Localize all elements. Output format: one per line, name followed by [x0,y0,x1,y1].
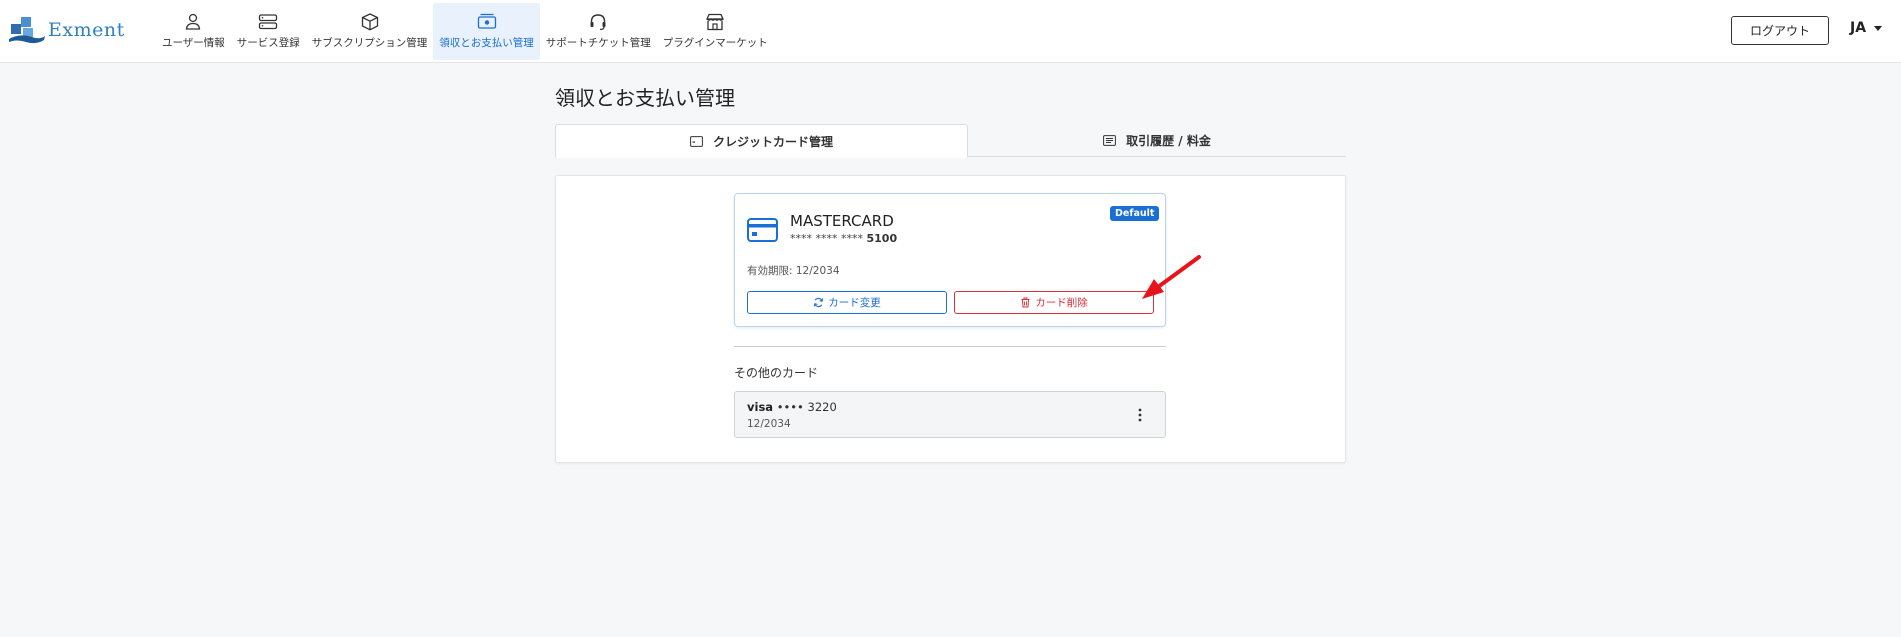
credit-card-icon [747,218,778,242]
server-icon [259,14,278,30]
logout-button[interactable]: ログアウト [1731,16,1829,45]
trash-icon [1021,297,1030,308]
other-card-expiry: 12/2034 [747,418,791,430]
box-icon [361,13,378,31]
nav-label: プラグインマーケット [662,37,768,49]
nav-label: サポートチケット管理 [545,37,651,49]
change-card-button[interactable]: カード変更 [747,291,947,314]
tab-transaction-history[interactable]: 取引履歴 / 料金 [968,124,1346,157]
nav-billing[interactable]: 領収とお支払い管理 [433,3,540,60]
section-divider [734,346,1166,347]
user-icon [186,13,201,30]
list-icon [1103,135,1117,146]
more-options-icon[interactable] [1134,406,1146,424]
language-dropdown[interactable]: JA [1850,20,1883,36]
delete-card-button[interactable]: カード削除 [954,291,1154,314]
nav-support-ticket[interactable]: サポートチケット管理 [540,3,657,60]
tab-label: 取引履歴 / 料金 [1126,134,1211,148]
caret-down-icon [1874,25,1883,31]
nav-label: 領収とお支払い管理 [439,37,534,49]
headset-icon [590,14,606,31]
other-card-last4: 3220 [807,400,837,414]
annotation-arrow-icon [1142,255,1201,299]
nav-subscription[interactable]: サブスクリプション管理 [306,3,434,60]
nav-label: ユーザー情報 [162,37,225,49]
credit-card-icon [690,135,703,147]
money-icon [477,13,496,29]
logo-icon [9,17,45,44]
other-card-mask: •••• [776,400,804,414]
logo-text: Exment [48,19,125,41]
other-card-item[interactable]: visa •••• 3220 12/2034 [734,391,1166,438]
card-number-mask: **** **** **** [790,232,863,245]
nav-plugin-market[interactable]: プラグインマーケット [657,3,774,60]
billing-tabs: クレジットカード管理 取引履歴 / 料金 [555,124,1346,158]
nav-label: サブスクリプション管理 [311,37,428,49]
top-navbar: Exment ユーザー情報 サービス登録 サブスクリプション管理 領収とお支払い… [0,0,1901,63]
default-badge: Default [1110,206,1160,221]
card-last4: 5100 [866,232,898,245]
page-title: 領収とお支払い管理 [555,86,735,110]
other-cards-title: その他のカード [734,366,819,380]
card-brand: MASTERCARD [790,212,894,230]
exment-logo[interactable]: Exment [8,12,125,48]
card-number: **** **** **** 5100 [790,232,897,245]
delete-card-label: カード削除 [1035,297,1088,309]
nav-label: サービス登録 [236,37,300,49]
tab-credit-card[interactable]: クレジットカード管理 [555,124,968,158]
language-label: JA [1850,20,1867,36]
change-card-label: カード変更 [828,297,881,309]
store-icon [706,13,725,31]
default-card: MASTERCARD **** **** **** 5100 Default 有… [734,193,1166,327]
nav-user-info[interactable]: ユーザー情報 [156,3,231,60]
nav-service-registration[interactable]: サービス登録 [231,3,306,60]
other-card-brand: visa [747,400,774,414]
refresh-icon [814,297,824,308]
other-card-number: visa •••• 3220 [747,400,837,414]
card-expiry: 有効期限: 12/2034 [747,265,840,277]
tab-label: クレジットカード管理 [712,134,833,149]
main-nav: ユーザー情報 サービス登録 サブスクリプション管理 領収とお支払い管理 サポート… [156,0,774,63]
